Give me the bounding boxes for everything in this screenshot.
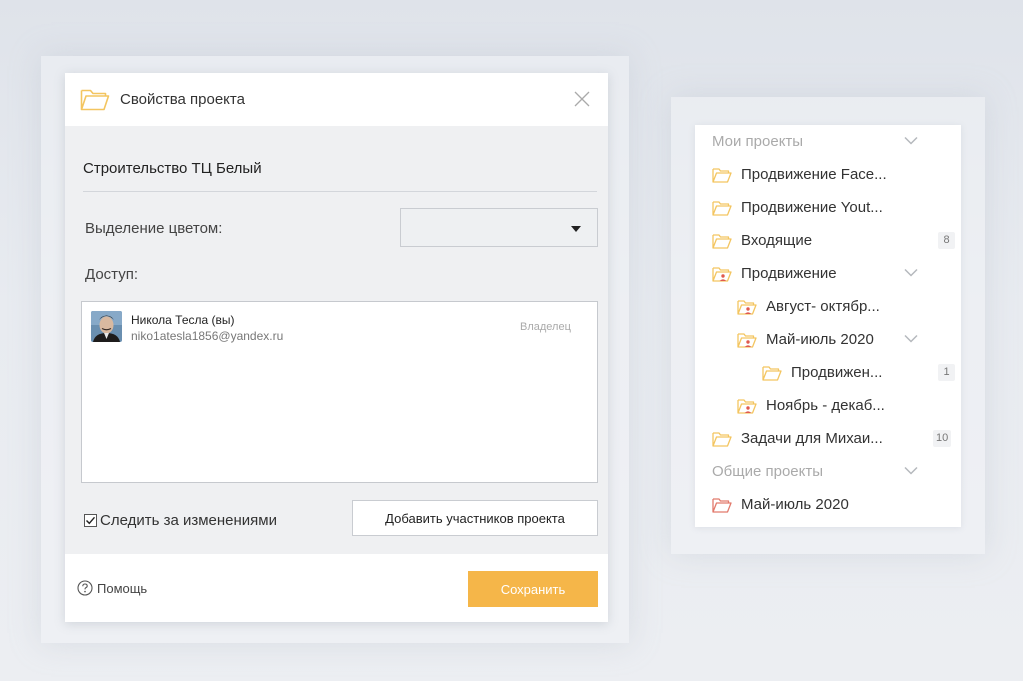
tree-item-label: Май-июль 2020 (766, 331, 874, 348)
shared-folder-icon (712, 267, 732, 282)
help-icon (77, 580, 93, 596)
member-email: niko1atesla1856@yandex.ru (131, 329, 284, 343)
tree-item-label: Задачи для Михаи... (741, 430, 883, 447)
folder-icon (712, 498, 732, 513)
folder-icon (712, 201, 732, 216)
folder-icon (712, 168, 732, 183)
dialog-title: Свойства проекта (120, 91, 245, 108)
help-link[interactable]: Помощь (77, 580, 147, 596)
tree-item-label: Мои проекты (712, 133, 804, 150)
chevron-down-icon[interactable] (904, 268, 918, 277)
tree-item-label: Входящие (741, 232, 813, 249)
folder-icon (712, 234, 732, 249)
tree-item-label: Май-июль 2020 (741, 496, 849, 513)
tree-item[interactable]: Входящие 8 (695, 224, 961, 257)
tree-item[interactable]: Продвижение Yout... (695, 191, 961, 224)
watch-changes-checkbox[interactable]: Следить за изменениями (84, 511, 277, 529)
chevron-down-icon[interactable] (904, 136, 918, 145)
tree-item[interactable]: Август- октябр... (695, 290, 961, 323)
shared-folder-icon (737, 333, 757, 348)
watch-changes-label: Следить за изменениями (100, 511, 277, 529)
chevron-down-icon[interactable] (904, 334, 918, 343)
count-badge: 1 (938, 364, 955, 381)
member-name: Никола Тесла (вы) (131, 313, 235, 327)
add-members-button[interactable]: Добавить участников проекта (352, 500, 598, 536)
dialog-footer: Помощь Сохранить (65, 554, 608, 622)
tree-item[interactable]: Продвижение (695, 257, 961, 290)
projects-tree-panel: Мои проекты Продвижение Face... Продвижени… (695, 125, 961, 527)
color-highlight-select[interactable] (400, 208, 598, 247)
checkbox-box[interactable] (84, 513, 97, 527)
tree-item-label: Продвижение (741, 265, 837, 282)
tree-item[interactable]: Продвижен... 1 (695, 356, 961, 389)
tree-item-label: Ноябрь - декаб... (766, 397, 885, 414)
dropdown-arrow-icon (571, 226, 581, 232)
dialog-header: Свойства проекта (65, 73, 608, 126)
tree-item[interactable]: Май-июль 2020 (695, 488, 961, 521)
project-name-divider (83, 191, 597, 192)
access-label: Доступ: (85, 266, 138, 283)
tree-item-label: Продвижение Face... (741, 166, 887, 183)
tree-item[interactable]: Май-июль 2020 (695, 323, 961, 356)
help-label: Помощь (97, 580, 148, 596)
count-badge: 8 (938, 232, 955, 249)
tree-item[interactable]: Ноябрь - декаб... (695, 389, 961, 422)
shared-folder-icon (737, 300, 757, 315)
tree-section-header[interactable]: Общие проекты (695, 455, 961, 488)
avatar (91, 311, 122, 342)
chevron-down-icon[interactable] (904, 466, 918, 475)
checkmark-icon (86, 516, 96, 524)
tree-item-label: Продвижен... (791, 364, 883, 381)
folder-icon (80, 89, 110, 111)
count-badge: 10 (933, 430, 952, 447)
color-highlight-label: Выделение цветом: (85, 220, 223, 237)
tree-item-label: Продвижение Yout... (741, 199, 883, 216)
project-properties-dialog: Свойства проекта Строительство ТЦ Белый … (65, 73, 608, 622)
folder-icon (712, 432, 732, 447)
tree-item-label: Общие проекты (712, 463, 824, 480)
shared-folder-icon (737, 399, 757, 414)
folder-icon (762, 366, 782, 381)
save-button[interactable]: Сохранить (468, 571, 598, 607)
tree-item[interactable]: Задачи для Михаи... 10 (695, 422, 961, 455)
close-icon[interactable] (574, 91, 590, 107)
project-name-field[interactable]: Строительство ТЦ Белый (83, 160, 262, 177)
members-list: Никола Тесла (вы) niko1atesla1856@yandex… (81, 301, 598, 483)
tree-item[interactable]: Продвижение Face... (695, 158, 961, 191)
member-role: Владелец (520, 321, 571, 333)
tree-item-label: Август- октябр... (766, 298, 880, 315)
tree-section-header[interactable]: Мои проекты (695, 125, 961, 158)
